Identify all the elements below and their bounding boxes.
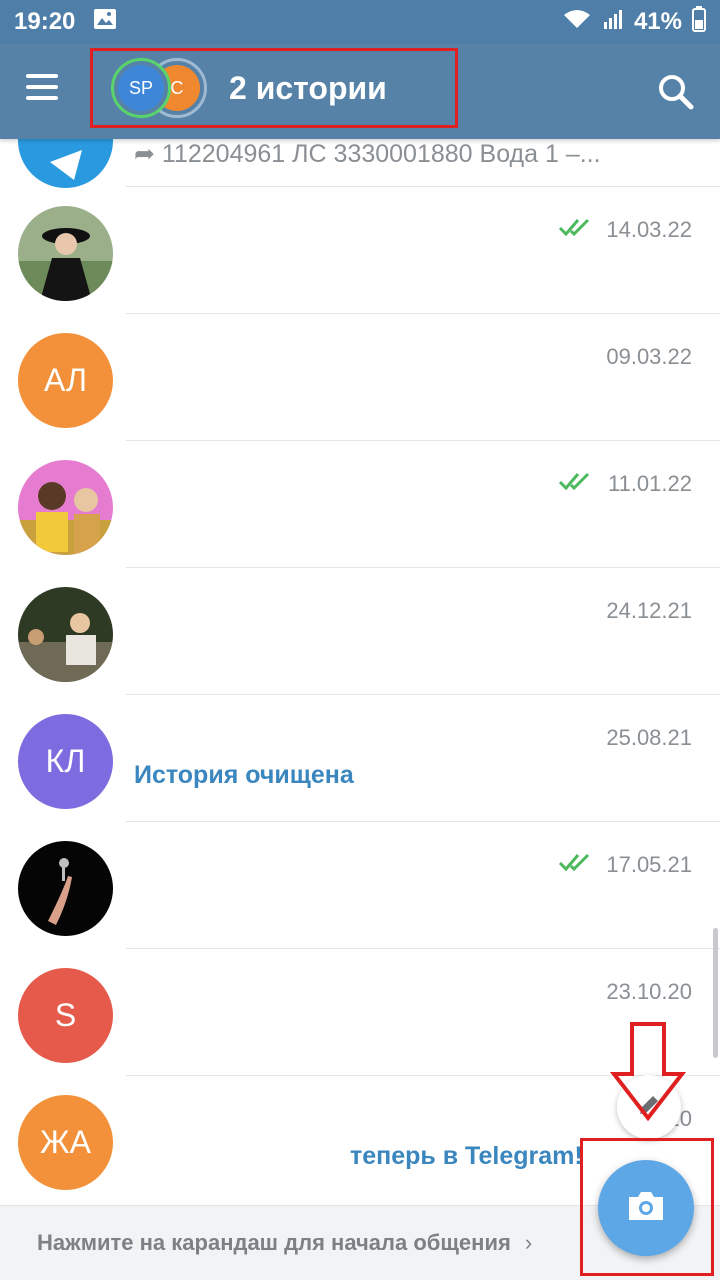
scrollbar[interactable]	[713, 928, 718, 1058]
avatar: КЛ	[18, 714, 113, 809]
chat-message-preview: ➦ 112204961 ЛС 3330001880 Вода 1 –...	[134, 140, 601, 168]
chat-row[interactable]: ➦ 112204961 ЛС 3330001880 Вода 1 –...	[0, 93, 720, 188]
story-avatars[interactable]: C SP	[111, 58, 211, 118]
chat-date: 14.03.22	[606, 217, 692, 242]
status-time: 19:20	[14, 8, 76, 35]
chat-date: 09.03.22	[606, 344, 692, 369]
highlight-frame	[580, 1138, 714, 1276]
chat-row[interactable]: 11.01.22	[0, 441, 720, 568]
image-icon	[93, 8, 117, 37]
chat-row[interactable]: АЛ 09.03.22	[0, 314, 720, 441]
chat-row[interactable]: КЛ 25.08.21 История очищена	[0, 695, 720, 822]
chat-date: 11.01.22	[607, 471, 692, 496]
chat-date: 25.08.21	[606, 725, 692, 750]
chat-date: 23.10.20	[606, 979, 692, 1004]
chat-row[interactable]: 14.03.22	[0, 187, 720, 314]
chat-message-preview: История очищена	[134, 761, 354, 789]
chat-message-preview: теперь в Telegram!	[350, 1142, 583, 1170]
avatar	[18, 206, 113, 301]
down-arrow-icon	[609, 1022, 687, 1127]
hint-text: Нажмите на карандаш для начала общения	[37, 1230, 511, 1255]
signal-icon	[602, 8, 624, 37]
avatar: S	[18, 968, 113, 1063]
menu-icon[interactable]	[26, 74, 74, 110]
wifi-icon	[562, 8, 592, 37]
read-checks-icon	[558, 217, 592, 242]
avatar: АЛ	[18, 333, 113, 428]
story-avatar[interactable]: SP	[111, 58, 171, 118]
battery-percent: 41%	[633, 8, 682, 35]
forward-icon: ➦	[134, 140, 162, 168]
chat-row[interactable]: 17.05.21	[0, 822, 720, 949]
chat-date: 24.12.21	[606, 598, 692, 623]
chat-row[interactable]: 24.12.21	[0, 568, 720, 695]
chevron-right-icon: ›	[524, 1230, 533, 1255]
status-bar: 19:20 41%	[0, 0, 720, 44]
chat-date: 17.05.21	[606, 852, 692, 877]
avatar	[18, 587, 113, 682]
read-checks-icon	[558, 471, 592, 496]
search-icon[interactable]	[656, 72, 696, 112]
stories-title: 2 истории	[229, 69, 387, 106]
read-checks-icon	[558, 852, 592, 877]
stories-header[interactable]: C SP 2 истории	[90, 48, 458, 128]
app-bar: C SP 2 истории	[0, 44, 720, 139]
battery-icon	[692, 5, 706, 39]
avatar: ЖА	[18, 1095, 113, 1190]
avatar	[18, 460, 113, 555]
avatar	[18, 841, 113, 936]
